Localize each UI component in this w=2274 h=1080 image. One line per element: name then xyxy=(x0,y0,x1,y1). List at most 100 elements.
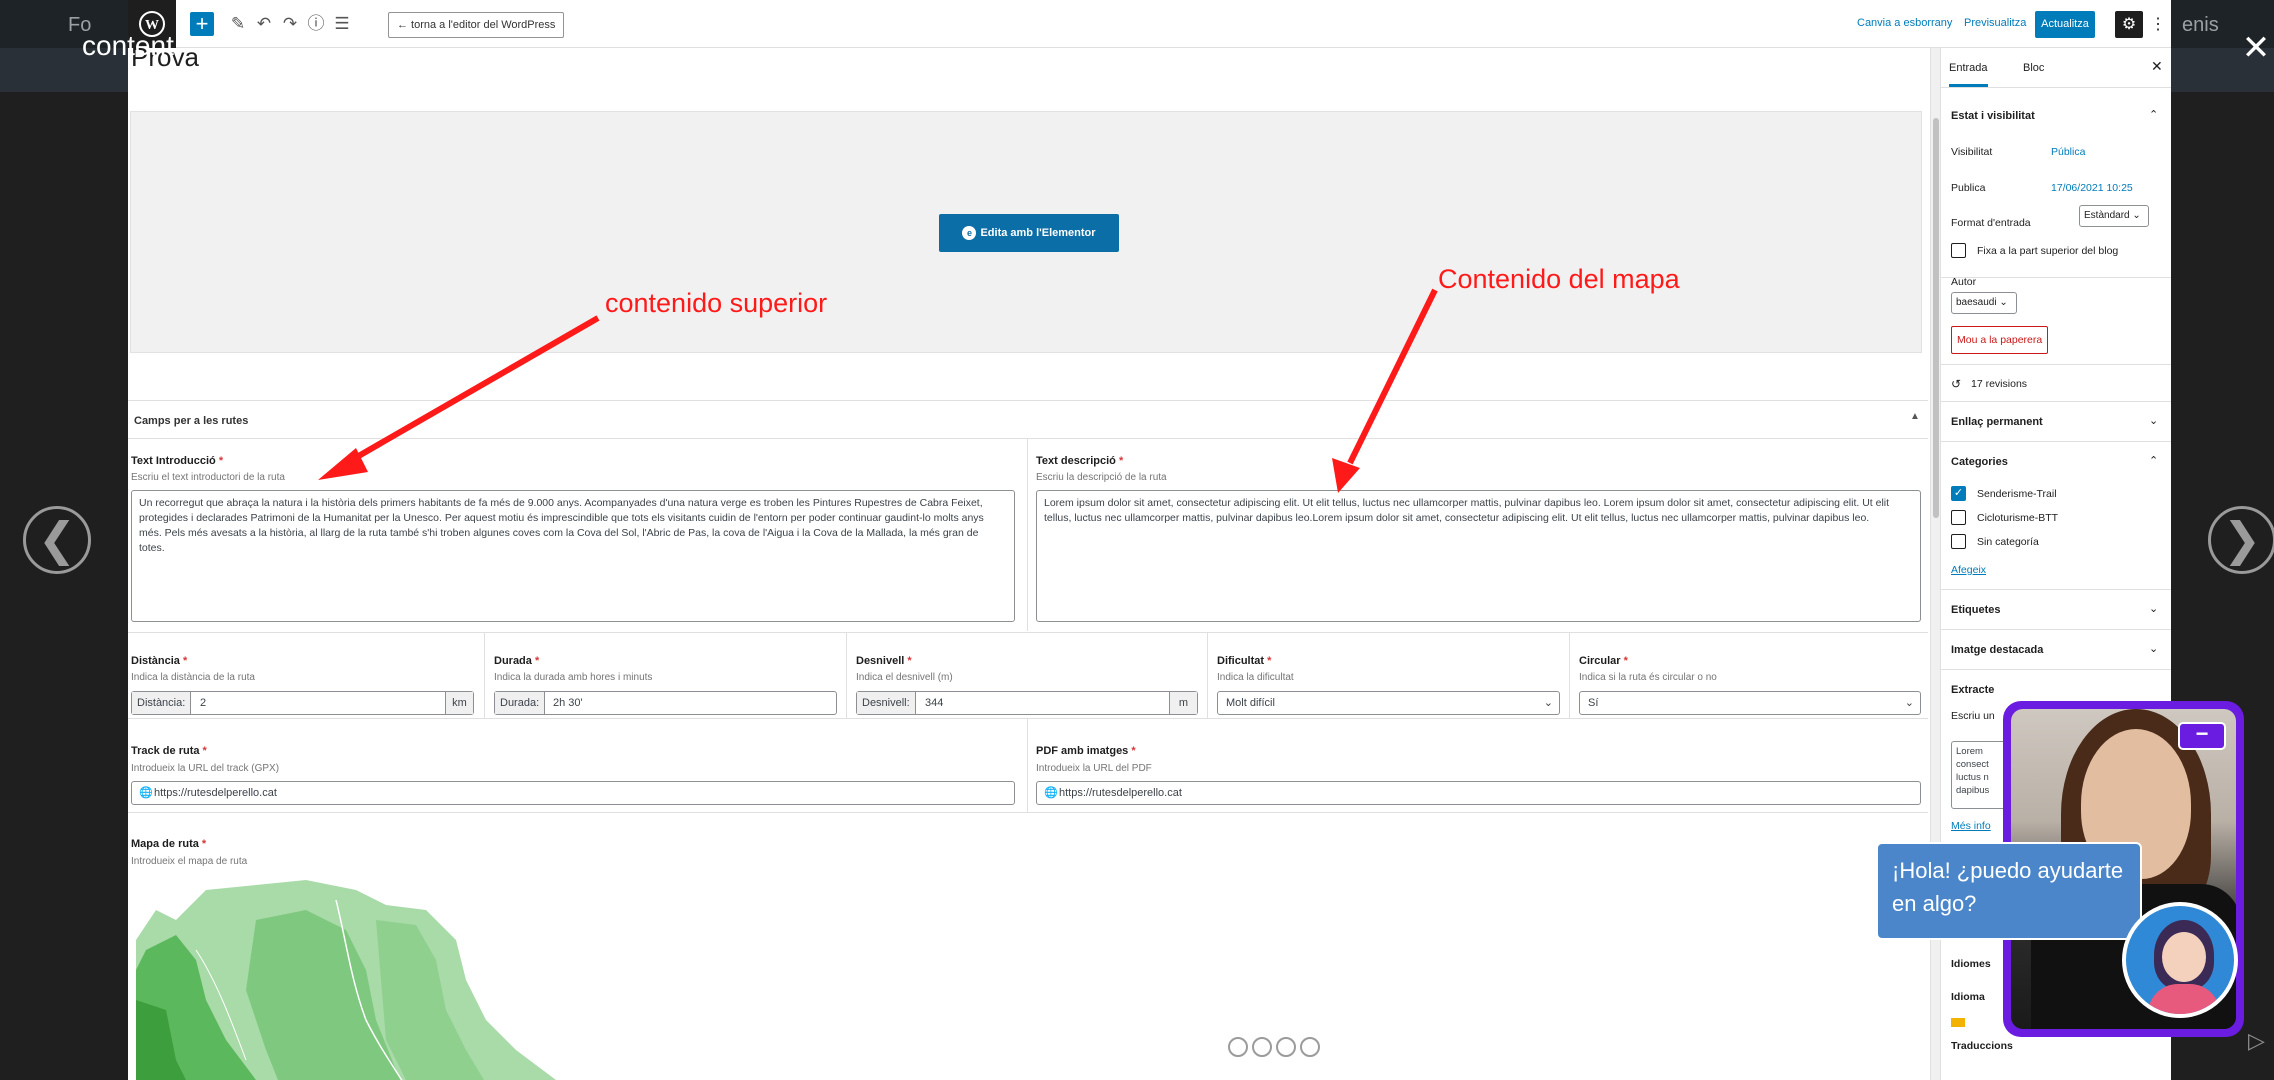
divider xyxy=(128,812,1928,813)
close-icon[interactable]: ✕ xyxy=(2151,58,2163,75)
editor-screenshot: W + ✎ ↶ ↷ ⓘ ☰ ← torna a l'editor del Wor… xyxy=(128,0,2171,1080)
publish-label: Publica xyxy=(1951,182,1986,194)
distance-prefix: Distància: xyxy=(132,692,192,714)
excerpt-textarea[interactable]: Lorem consect luctus n dapibus xyxy=(1951,741,2011,809)
tab-post[interactable]: Entrada xyxy=(1949,62,1988,87)
map-hint: Introdueix el mapa de ruta xyxy=(131,856,248,867)
update-button[interactable]: Actualitza xyxy=(2035,11,2095,38)
distance-input[interactable]: Distància: 2 km xyxy=(131,691,474,715)
divider xyxy=(128,632,1928,633)
history-icon: ↺ xyxy=(1951,377,1962,391)
category-checkbox-cicloturisme[interactable] xyxy=(1951,510,1966,525)
divider xyxy=(484,632,485,718)
undo-icon[interactable]: ↶ xyxy=(252,12,276,36)
add-block-icon[interactable]: + xyxy=(190,12,214,36)
carousel-dot[interactable] xyxy=(1228,1037,1248,1057)
play-icon[interactable]: ▷ xyxy=(2248,1028,2265,1054)
chevron-down-icon: ⌄ xyxy=(2149,415,2159,427)
carousel-dot[interactable] xyxy=(1252,1037,1272,1057)
divider xyxy=(1027,718,1028,812)
flag-icon xyxy=(1951,1018,1965,1027)
format-select[interactable]: Estàndard ⌄ xyxy=(2079,205,2149,227)
circular-value: Sí xyxy=(1588,697,1599,709)
visibility-value[interactable]: Pública xyxy=(2051,146,2085,158)
distance-unit: km xyxy=(445,692,473,714)
featured-image-section[interactable]: Imatge destacada ⌄ xyxy=(1941,630,2171,670)
previous-arrow-icon[interactable]: ❮ xyxy=(23,506,91,574)
tab-block[interactable]: Bloc xyxy=(2023,62,2044,74)
edit-pencil-icon[interactable]: ✎ xyxy=(226,12,250,36)
globe-icon: 🌐 xyxy=(1044,787,1058,799)
languages-title[interactable]: Idiomes xyxy=(1951,958,1991,970)
categories-section: Categories ⌃ ✓ Senderisme-Trail Ciclotur… xyxy=(1941,442,2171,590)
redo-icon[interactable]: ↷ xyxy=(278,12,302,36)
settings-gear-icon[interactable]: ⚙ xyxy=(2115,11,2143,38)
status-visibility-title[interactable]: Estat i visibilitat xyxy=(1951,110,2035,122)
chat-greeting-bubble[interactable]: ¡Hola! ¿puedo ayudarte en algo? xyxy=(1876,842,2142,940)
circular-select[interactable]: Sí ⌄ xyxy=(1579,691,1921,715)
chevron-down-icon: ⌄ xyxy=(2149,603,2159,615)
chevron-down-icon: ⌄ xyxy=(2149,643,2159,655)
elevation-input[interactable]: Desnivell: 344 m xyxy=(856,691,1198,715)
chevron-up-icon[interactable]: ⌃ xyxy=(2149,108,2158,121)
categories-title[interactable]: Categories xyxy=(1951,456,2008,468)
switch-to-draft-link[interactable]: Canvia a esborrany xyxy=(1857,17,1952,29)
language-label: Idioma xyxy=(1951,991,1985,1003)
list-view-icon[interactable]: ☰ xyxy=(330,12,354,36)
excerpt-title[interactable]: Extracte xyxy=(1951,684,1994,696)
author-select[interactable]: baesaudi ⌄ xyxy=(1951,292,2017,314)
pdf-url-input[interactable]: 🌐 https://rutesdelperello.cat xyxy=(1036,781,1921,805)
circular-label: Circular * xyxy=(1579,655,1628,667)
add-category-link[interactable]: Afegeix xyxy=(1951,564,1986,576)
divider xyxy=(128,718,1928,719)
format-label: Format d'entrada xyxy=(1951,217,2031,229)
annotation-arrows xyxy=(318,288,1438,493)
distance-label: Distància * xyxy=(131,655,188,667)
lightbox-close-icon[interactable]: ✕ xyxy=(2238,30,2274,66)
avatar-body xyxy=(2148,984,2220,1014)
chevron-down-icon: ⌄ xyxy=(1904,697,1914,709)
track-url-value: https://rutesdelperello.cat xyxy=(154,787,277,799)
back-to-wordpress-button[interactable]: ← torna a l'editor del WordPress xyxy=(388,12,565,38)
info-icon[interactable]: ⓘ xyxy=(304,12,328,36)
permalink-section[interactable]: Enllaç permanent ⌄ xyxy=(1941,402,2171,442)
duration-prefix: Durada: xyxy=(495,692,546,714)
lightbox-title: content xyxy=(82,30,174,61)
scrollbar-thumb[interactable] xyxy=(1933,118,1939,518)
track-url-input[interactable]: 🌐 https://rutesdelperello.cat xyxy=(131,781,1015,805)
track-label: Track de ruta * xyxy=(131,745,207,757)
publish-date[interactable]: 17/06/2021 10:25 xyxy=(2051,182,2133,194)
permalink-title: Enllaç permanent xyxy=(1951,416,2043,428)
distance-hint: Indica la distància de la ruta xyxy=(131,672,255,683)
difficulty-label: Dificultat * xyxy=(1217,655,1272,667)
minimize-chat-button[interactable]: − xyxy=(2178,722,2226,750)
move-to-trash-button[interactable]: Mou a la paperera xyxy=(1951,326,2049,354)
carousel-dot[interactable] xyxy=(1276,1037,1296,1057)
map-label: Mapa de ruta * xyxy=(131,838,207,850)
next-arrow-icon[interactable]: ❯ xyxy=(2208,506,2274,574)
more-options-icon[interactable]: ⋮ xyxy=(2150,11,2166,38)
excerpt-hint: Escriu un xyxy=(1951,710,1995,722)
category-label: Senderisme-Trail xyxy=(1977,488,2057,500)
duration-input[interactable]: Durada: 2h 30' xyxy=(494,691,837,715)
visibility-label: Visibilitat xyxy=(1951,146,1993,158)
divider xyxy=(846,632,847,718)
preview-link[interactable]: Previsualitza xyxy=(1964,17,2026,29)
chevron-up-icon[interactable]: ⌃ xyxy=(2149,454,2158,467)
difficulty-select[interactable]: Molt difícil ⌄ xyxy=(1217,691,1560,715)
category-checkbox-senderisme[interactable]: ✓ xyxy=(1951,486,1966,501)
pdf-label: PDF amb imatges * xyxy=(1036,745,1136,757)
elevation-label: Desnivell * xyxy=(856,655,912,667)
sticky-checkbox[interactable] xyxy=(1951,243,1966,258)
pdf-hint: Introdueix la URL del PDF xyxy=(1036,763,1152,774)
more-info-link[interactable]: Més info xyxy=(1951,820,1991,832)
tags-section[interactable]: Etiquetes ⌄ xyxy=(1941,590,2171,630)
revisions-section[interactable]: ↺ 17 revisions xyxy=(1941,364,2171,402)
chevron-down-icon: ⌄ xyxy=(1543,697,1553,709)
chat-avatar[interactable] xyxy=(2122,902,2238,1018)
category-checkbox-sin-categoria[interactable] xyxy=(1951,534,1966,549)
elevation-prefix: Desnivell: xyxy=(857,692,916,714)
difficulty-hint: Indica la dificultat xyxy=(1217,672,1294,683)
carousel-dot[interactable] xyxy=(1300,1037,1320,1057)
tags-title: Etiquetes xyxy=(1951,604,2001,616)
